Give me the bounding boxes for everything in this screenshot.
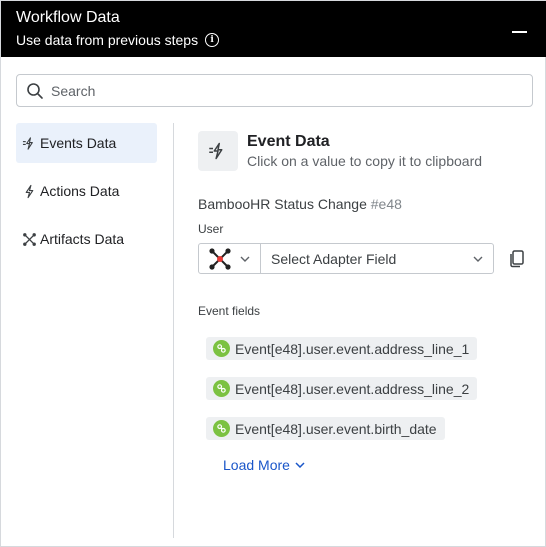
link-icon — [213, 380, 230, 397]
nav-item-actions-data[interactable]: Actions Data — [16, 171, 157, 211]
workflow-data-panel: Workflow Data Use data from previous ste… — [0, 0, 546, 547]
adapter-icon — [209, 247, 231, 270]
data-nav: Events Data Actions Data Artifacts Data — [16, 123, 157, 267]
event-data-title: Event Data — [247, 133, 330, 150]
load-more-label: Load More — [223, 457, 290, 473]
event-fields-label: Event fields — [198, 304, 261, 318]
minimize-icon[interactable] — [512, 31, 527, 33]
event-field-chip[interactable]: Event[e48].user.event.birth_date — [206, 417, 445, 440]
panel-title: Workflow Data — [16, 9, 120, 26]
user-adapter-row: Select Adapter Field — [198, 243, 494, 274]
event-icon — [21, 135, 37, 151]
chevron-down-icon — [240, 256, 250, 262]
panel-subtitle-text: Use data from previous steps — [16, 32, 199, 48]
nav-item-label: Artifacts Data — [40, 231, 125, 247]
nav-item-label: Actions Data — [40, 183, 120, 199]
event-field-chip[interactable]: Event[e48].user.event.address_line_2 — [206, 377, 478, 400]
event-field-label: Event[e48].user.event.address_line_1 — [235, 340, 470, 357]
chevron-down-icon — [295, 462, 305, 468]
search-box[interactable] — [16, 74, 533, 107]
event-field-chip[interactable]: Event[e48].user.event.address_line_1 — [206, 337, 478, 360]
event-source-name: BambooHR Status Change — [198, 196, 367, 212]
nav-item-artifacts-data[interactable]: Artifacts Data — [16, 219, 157, 259]
event-field-label: Event[e48].user.event.address_line_2 — [235, 380, 470, 397]
event-data-icon — [198, 131, 238, 171]
event-source-id: #e48 — [370, 196, 402, 212]
search-input[interactable] — [51, 82, 521, 99]
adapter-field-placeholder: Select Adapter Field — [271, 250, 397, 267]
adapter-select[interactable] — [199, 244, 261, 273]
nav-item-label: Events Data — [40, 135, 117, 151]
panel-header: Workflow Data Use data from previous ste… — [1, 1, 546, 57]
chevron-down-icon — [473, 256, 483, 262]
artifact-icon — [21, 231, 37, 247]
info-icon[interactable]: i — [205, 33, 220, 47]
adapter-field-select[interactable]: Select Adapter Field — [261, 244, 493, 273]
lightning-icon — [21, 183, 37, 199]
event-source: BambooHR Status Change #e48 — [198, 196, 402, 212]
load-more-link[interactable]: Load More — [223, 457, 305, 473]
user-label: User — [198, 222, 224, 236]
event-data-subtitle: Click on a value to copy it to clipboard — [247, 153, 483, 169]
nav-divider — [173, 123, 174, 538]
event-field-label: Event[e48].user.event.birth_date — [235, 420, 437, 437]
panel-subtitle: Use data from previous steps i — [16, 31, 220, 49]
link-icon — [213, 420, 230, 437]
link-icon — [213, 340, 230, 357]
nav-item-events-data[interactable]: Events Data — [16, 123, 157, 163]
copy-icon[interactable] — [507, 248, 527, 268]
search-icon — [27, 82, 43, 99]
